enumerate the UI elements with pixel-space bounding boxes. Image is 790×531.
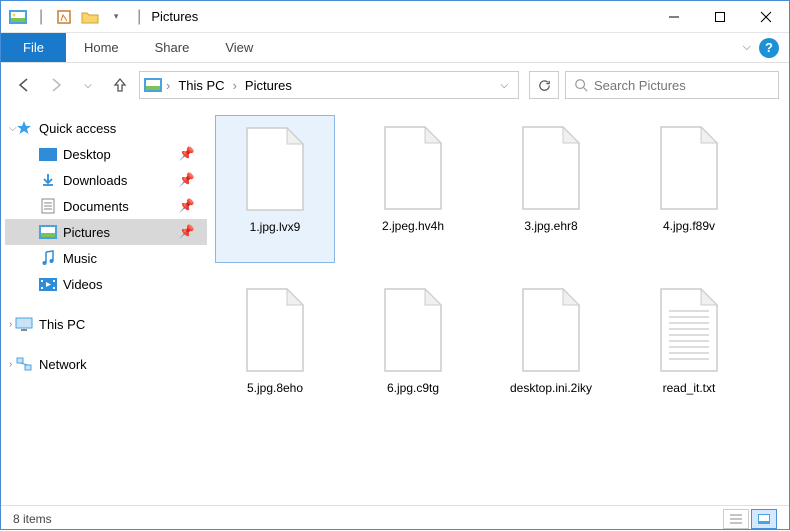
sidebar-item-label: Music (63, 251, 97, 266)
title-separator: | (137, 8, 141, 26)
breadcrumb-pictures-icon (144, 77, 162, 93)
file-item[interactable]: 5.jpg.8eho (215, 277, 335, 425)
file-tab[interactable]: File (1, 33, 66, 62)
this-pc-icon (15, 316, 33, 332)
sidebar-item-label: Network (39, 357, 87, 372)
search-box[interactable] (565, 71, 779, 99)
file-item[interactable]: 2.jpeg.hv4h (353, 115, 473, 263)
app-icon (7, 6, 29, 28)
chevron-right-icon[interactable]: › (231, 78, 239, 93)
maximize-button[interactable] (697, 1, 743, 33)
text-file-icon (653, 285, 725, 375)
chevron-right-icon[interactable]: › (164, 78, 172, 93)
minimize-button[interactable] (651, 1, 697, 33)
caret-right-icon: › (9, 359, 12, 370)
qat-properties-icon[interactable] (53, 6, 75, 28)
titlebar: | ▾ | Pictures (1, 1, 789, 33)
tab-home[interactable]: Home (66, 33, 137, 62)
file-name: 4.jpg.f89v (661, 219, 717, 233)
sidebar-item-label: Documents (63, 199, 129, 214)
search-icon (574, 78, 588, 92)
sidebar-item-music[interactable]: Music (5, 245, 207, 271)
refresh-button[interactable] (529, 71, 559, 99)
view-details-button[interactable] (723, 509, 749, 529)
sidebar-item-documents[interactable]: Documents 📌 (5, 193, 207, 219)
file-name: desktop.ini.2iky (508, 381, 594, 395)
qat-separator: | (39, 8, 43, 26)
qat-newfolder-icon[interactable] (79, 6, 101, 28)
file-item[interactable]: read_it.txt (629, 277, 749, 425)
tab-share[interactable]: Share (137, 33, 208, 62)
documents-icon (39, 198, 57, 214)
qat-customize-icon[interactable]: ▾ (105, 6, 127, 28)
blank-file-icon (653, 123, 725, 213)
window-title: Pictures (151, 9, 198, 24)
blank-file-icon (377, 123, 449, 213)
blank-file-icon (515, 285, 587, 375)
music-icon (39, 250, 57, 266)
sidebar-item-videos[interactable]: Videos (5, 271, 207, 297)
sidebar-item-label: Videos (63, 277, 103, 292)
downloads-icon (39, 172, 57, 188)
pin-icon: 📌 (179, 172, 195, 188)
sidebar-item-downloads[interactable]: Downloads 📌 (5, 167, 207, 193)
sidebar-network[interactable]: › Network (5, 351, 207, 377)
addressbar: ⌵ › This PC › Pictures ⌵ (1, 63, 789, 107)
ribbon: File Home Share View ⌵ ? (1, 33, 789, 63)
ribbon-expand-icon[interactable]: ⌵ (743, 41, 751, 54)
sidebar: ⌵ Quick access Desktop 📌 Downloads 📌 Doc… (1, 107, 211, 505)
recent-dropdown[interactable]: ⌵ (75, 72, 101, 98)
file-item[interactable]: 1.jpg.lvx9 (215, 115, 335, 263)
file-name: 3.jpg.ehr8 (522, 219, 579, 233)
search-input[interactable] (594, 78, 770, 93)
sidebar-quick-access[interactable]: ⌵ Quick access (5, 115, 207, 141)
sidebar-item-label: Quick access (39, 121, 116, 136)
sidebar-item-label: Pictures (63, 225, 110, 240)
blank-file-icon (515, 123, 587, 213)
sidebar-item-pictures[interactable]: Pictures 📌 (5, 219, 207, 245)
caret-down-icon: ⌵ (9, 123, 17, 134)
file-name: 2.jpeg.hv4h (380, 219, 446, 233)
back-button[interactable] (11, 72, 37, 98)
caret-right-icon: › (9, 319, 12, 330)
star-icon (15, 120, 33, 136)
file-item[interactable]: 6.jpg.c9tg (353, 277, 473, 425)
tab-view[interactable]: View (207, 33, 271, 62)
file-name: 1.jpg.lvx9 (248, 220, 303, 234)
close-button[interactable] (743, 1, 789, 33)
blank-file-icon (239, 124, 311, 214)
sidebar-item-desktop[interactable]: Desktop 📌 (5, 141, 207, 167)
sidebar-this-pc[interactable]: › This PC (5, 311, 207, 337)
help-icon[interactable]: ? (759, 38, 779, 58)
network-icon (15, 356, 33, 372)
blank-file-icon (239, 285, 311, 375)
file-item[interactable]: desktop.ini.2iky (491, 277, 611, 425)
sidebar-item-label: Downloads (63, 173, 127, 188)
view-thumbnails-button[interactable] (751, 509, 777, 529)
statusbar: 8 items (1, 505, 789, 531)
blank-file-icon (377, 285, 449, 375)
pin-icon: 📌 (179, 146, 195, 162)
status-text: 8 items (13, 512, 52, 526)
file-name: 5.jpg.8eho (245, 381, 305, 395)
file-name: read_it.txt (661, 381, 718, 395)
file-pane[interactable]: 1.jpg.lvx9 2.jpeg.hv4h 3.jpg.ehr8 4.jpg.f89… (211, 107, 789, 505)
file-item[interactable]: 3.jpg.ehr8 (491, 115, 611, 263)
file-item[interactable]: 4.jpg.f89v (629, 115, 749, 263)
up-button[interactable] (107, 72, 133, 98)
forward-button[interactable] (43, 72, 69, 98)
pin-icon: 📌 (179, 198, 195, 214)
pin-icon: 📌 (179, 224, 195, 240)
pictures-icon (39, 224, 57, 240)
breadcrumb-dropdown-icon[interactable]: ⌵ (500, 80, 514, 91)
breadcrumb-part[interactable]: This PC (174, 78, 228, 93)
breadcrumb-part[interactable]: Pictures (241, 78, 296, 93)
breadcrumb[interactable]: › This PC › Pictures ⌵ (139, 71, 519, 99)
file-name: 6.jpg.c9tg (385, 381, 441, 395)
sidebar-item-label: Desktop (63, 147, 111, 162)
videos-icon (39, 276, 57, 292)
sidebar-item-label: This PC (39, 317, 85, 332)
desktop-icon (39, 146, 57, 162)
